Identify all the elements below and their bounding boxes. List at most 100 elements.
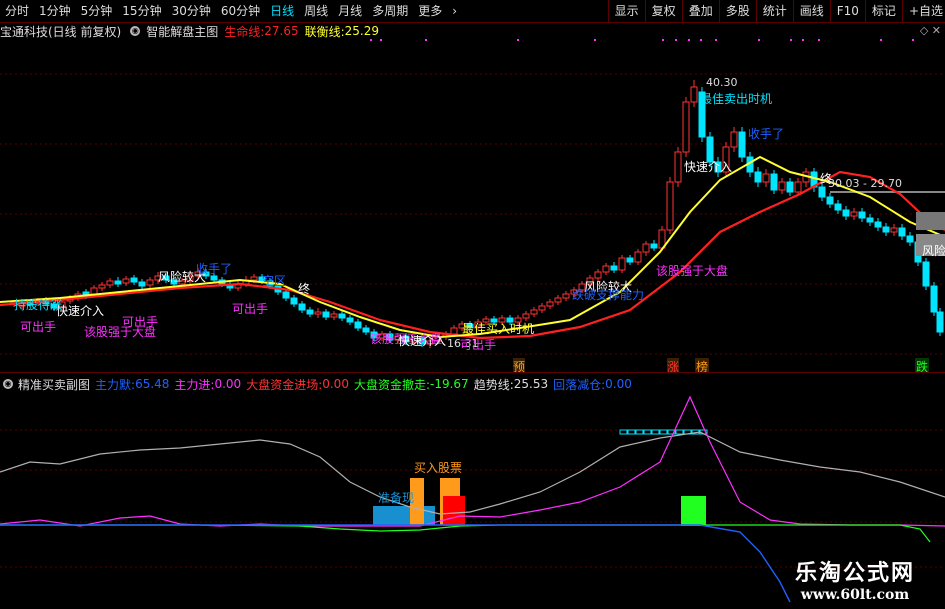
signal-dot	[517, 39, 519, 41]
candle-body	[250, 276, 258, 281]
sub-title[interactable]: 精准买卖副图	[18, 376, 90, 393]
prepare-buy-label: 准备现	[378, 491, 415, 505]
period-tab-4[interactable]: 30分钟	[167, 0, 216, 22]
watermark-url: www.60lt.com	[800, 587, 910, 603]
reduce-label: 回落减仓:	[553, 377, 606, 392]
toolbar-button-5[interactable]: 画线	[792, 0, 830, 22]
annotation-best-sell: 最佳卖出时机	[700, 92, 773, 106]
candle-body	[906, 235, 914, 243]
period-toolbar: 分时 1分钟 5分钟 15分钟 30分钟 60分钟 日线 周线 月线 多周期 更多 › 显示 复权 叠加多…	[0, 0, 945, 23]
candle-body	[530, 309, 538, 315]
candle-body	[450, 327, 458, 335]
candle-body	[818, 186, 826, 198]
big-in-label: 大盘资金进场:	[246, 377, 323, 392]
current-price-label: 30.03 - 29.70	[828, 177, 902, 190]
ladder-mark	[643, 429, 652, 435]
period-tab-2[interactable]: 5分钟	[76, 0, 118, 22]
period-tab-10[interactable]: 更多	[413, 0, 447, 22]
candle-body	[346, 317, 354, 323]
candle-body	[98, 284, 106, 289]
signal-dot	[802, 39, 804, 41]
annotation-take-profit-1: 收手了	[196, 262, 233, 276]
ladder-mark	[619, 429, 628, 435]
candle-body	[826, 196, 834, 205]
prepare-bar	[373, 506, 435, 525]
annotation-end-1: 终	[298, 282, 311, 296]
annotation-sell-1: 可出手	[20, 320, 57, 334]
toolbar-button-1[interactable]: 复权	[644, 0, 682, 22]
candle-body	[306, 309, 314, 315]
candle-body	[730, 131, 738, 148]
big-in-value: 0.00	[322, 377, 349, 391]
ladder-mark	[675, 429, 684, 435]
candle-body	[642, 243, 650, 253]
candle-body	[546, 301, 554, 307]
candle-body	[146, 279, 154, 286]
blue-series	[0, 524, 791, 603]
candle-body	[834, 203, 842, 211]
candle-body	[866, 217, 874, 223]
candle-body	[922, 261, 930, 287]
main-force-value: 65.48	[135, 377, 170, 391]
main-in-label: 主力进:	[174, 377, 215, 392]
candle-body	[330, 313, 338, 318]
toolbar-button-2[interactable]: 叠加	[681, 0, 719, 22]
candle-body	[890, 227, 898, 233]
ladder-mark	[635, 429, 644, 435]
candle-body	[138, 281, 146, 287]
toolbar-button-3[interactable]: 多股	[718, 0, 756, 22]
watermark-title: 乐淘公式网	[794, 561, 915, 586]
main-force-label: 主力默:	[95, 377, 136, 392]
reduce-value: 0.00	[605, 377, 632, 391]
candle-body	[762, 173, 770, 183]
period-tab-0[interactable]: 分时	[0, 0, 34, 22]
buy-stock-label: 买入股票	[414, 461, 463, 475]
ladder-mark	[627, 429, 636, 435]
annotation-strong-1: 该股强于大盘	[84, 325, 157, 339]
gray-series	[0, 431, 945, 515]
period-tab-8[interactable]: 月线	[333, 0, 367, 22]
candle-body	[674, 151, 682, 183]
big-out-label: 大盘资金撤走:	[353, 377, 430, 392]
candle-body	[114, 280, 122, 285]
ladder-mark	[651, 429, 660, 435]
annotation-sell-4: 可出手	[460, 338, 497, 352]
toolbar-button-4[interactable]: 统计	[755, 0, 793, 22]
candle-body	[850, 211, 858, 217]
candle-body	[538, 305, 546, 311]
chevron-right-icon[interactable]: ›	[447, 0, 462, 22]
candle-body	[778, 181, 786, 191]
period-tab-1[interactable]: 1分钟	[34, 0, 76, 22]
green-series	[0, 524, 931, 543]
candle-body	[130, 277, 138, 283]
signal-dot	[758, 39, 760, 41]
signal-dot	[662, 39, 664, 41]
annotation-zone: 空区	[262, 274, 287, 288]
toolbar-button-6[interactable]: F10	[829, 0, 865, 22]
candle-body	[666, 181, 674, 231]
period-tab-7[interactable]: 周线	[299, 0, 333, 22]
candle-body	[322, 311, 330, 318]
high-price-label: 40.30	[706, 76, 738, 89]
signal-dot	[688, 39, 690, 41]
big-out-value: -19.67	[430, 377, 469, 391]
candle-body	[338, 313, 346, 319]
candle-body	[626, 257, 634, 263]
period-tab-9[interactable]: 多周期	[367, 0, 413, 22]
risk-box-2	[916, 212, 945, 230]
period-tab-6[interactable]: 日线	[265, 0, 299, 22]
sub-settings-circle-icon[interactable]: ◉	[3, 379, 13, 389]
candle-body	[354, 321, 362, 329]
candle-body	[298, 303, 306, 311]
trend-value: 25.53	[513, 377, 549, 391]
period-tab-5[interactable]: 60分钟	[216, 0, 265, 22]
trend-label: 趋势线:	[473, 377, 514, 392]
main-in-value: 0.00	[214, 377, 242, 391]
link-line-series	[0, 155, 945, 339]
toolbar-button-0[interactable]: 显示	[607, 0, 645, 22]
toolbar-button-8[interactable]: +自选	[901, 0, 945, 22]
signal-dot	[380, 39, 382, 41]
annotation-sell-3: 可出手	[232, 302, 269, 316]
toolbar-button-7[interactable]: 标记	[864, 0, 902, 22]
period-tab-3[interactable]: 15分钟	[117, 0, 166, 22]
